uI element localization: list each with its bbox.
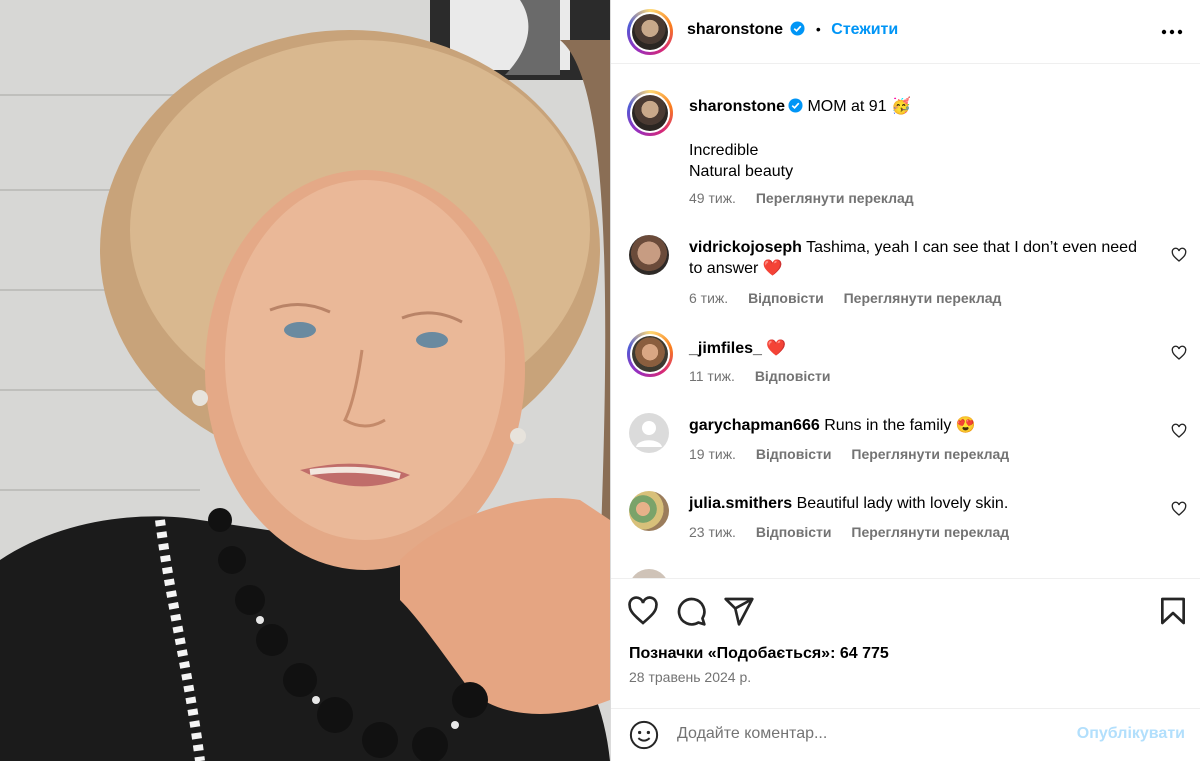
- commenter-avatar[interactable]: [629, 491, 669, 531]
- comment-body: Runs in the family 😍: [824, 417, 976, 434]
- comment-username[interactable]: garychapman666: [689, 417, 820, 434]
- author-username[interactable]: sharonstone: [687, 21, 783, 38]
- verified-badge-icon: [788, 98, 803, 113]
- caption-translate-link[interactable]: Переглянути переклад: [756, 190, 914, 206]
- translate-link[interactable]: Переглянути переклад: [851, 524, 1009, 540]
- commenter-avatar[interactable]: [629, 569, 669, 578]
- translate-link[interactable]: Переглянути переклад: [844, 290, 1002, 306]
- comment-username[interactable]: julia.smithers: [689, 495, 792, 512]
- comment-time[interactable]: 23 тиж.: [689, 524, 736, 540]
- caption-text: sharonstone MOM at 91 🥳: [689, 96, 1149, 117]
- caption-username[interactable]: sharonstone: [689, 98, 785, 115]
- verified-badge-icon: [790, 21, 805, 36]
- post-actions: Позначки «Подобається»: 64 775 28 травен…: [611, 578, 1200, 698]
- like-comment-heart-icon[interactable]: [1171, 345, 1187, 361]
- post-header: sharonstone • Стежити: [611, 0, 1200, 64]
- comment-meta: 11 тиж. Відповісти: [689, 368, 846, 384]
- comment-time[interactable]: 19 тиж.: [689, 446, 736, 462]
- comment-text: vidrickojoseph Tashima, yeah I can see t…: [689, 237, 1149, 279]
- comment-body: ❤️: [766, 340, 787, 357]
- likes-count[interactable]: Позначки «Подобається»: 64 775: [629, 645, 889, 663]
- comment-meta: 23 тиж. Відповісти Переглянути переклад: [689, 524, 1025, 540]
- author-avatar[interactable]: [627, 9, 673, 55]
- header-author: sharonstone • Стежити: [687, 21, 898, 39]
- emoji-icon[interactable]: [629, 720, 659, 750]
- separator-dot: •: [815, 21, 821, 37]
- reply-link[interactable]: Відповісти: [748, 290, 824, 306]
- save-bookmark-icon[interactable]: [1157, 595, 1189, 627]
- like-comment-heart-icon[interactable]: [1171, 423, 1187, 439]
- like-comment-heart-icon[interactable]: [1171, 501, 1187, 517]
- comment-meta: 6 тиж. Відповісти Переглянути переклад: [689, 290, 1017, 306]
- post-photo[interactable]: [0, 0, 610, 761]
- comment-meta: 19 тиж. Відповісти Переглянути переклад: [689, 446, 1025, 462]
- comment-username[interactable]: _jimfiles_: [689, 340, 762, 357]
- post-date: 28 травень 2024 р.: [629, 669, 752, 685]
- comment-text: _jimfiles_ ❤️: [689, 338, 1149, 359]
- commenter-avatar[interactable]: [627, 331, 673, 377]
- caption-line3: Natural beauty: [689, 163, 794, 180]
- reply-link[interactable]: Відповісти: [755, 368, 831, 384]
- caption-avatar[interactable]: [627, 90, 673, 136]
- like-comment-heart-icon[interactable]: [1171, 247, 1187, 263]
- reply-link[interactable]: Відповісти: [756, 524, 832, 540]
- caption-time[interactable]: 49 тиж.: [689, 190, 736, 206]
- post-comment-button[interactable]: Опублікувати: [1077, 725, 1185, 743]
- comment-username[interactable]: vidrickojoseph: [689, 239, 802, 256]
- comment-time[interactable]: 11 тиж.: [689, 368, 735, 384]
- follow-button[interactable]: Стежити: [831, 21, 898, 38]
- like-heart-icon[interactable]: [627, 595, 659, 627]
- share-send-icon[interactable]: [723, 595, 755, 627]
- caption-line1: MOM at 91 🥳: [807, 98, 911, 115]
- post-panel: sharonstone • Стежити sharonstone MOM at…: [610, 0, 1200, 761]
- comments-list[interactable]: sharonstone MOM at 91 🥳 Incredible Natur…: [611, 65, 1200, 578]
- reply-link[interactable]: Відповісти: [756, 446, 832, 462]
- caption-meta: 49 тиж. Переглянути переклад: [689, 190, 930, 206]
- comment-text: garychapman666 Runs in the family 😍: [689, 415, 1149, 436]
- comment-text: julia.smithers Beautiful lady with lovel…: [689, 493, 1149, 514]
- comment-body: Beautiful lady with lovely skin.: [796, 495, 1009, 512]
- comment-bubble-icon[interactable]: [675, 595, 707, 627]
- comment-input[interactable]: Додайте коментар...: [677, 725, 827, 743]
- caption-line2: Incredible: [689, 142, 759, 159]
- comment-time[interactable]: 6 тиж.: [689, 290, 728, 306]
- translate-link[interactable]: Переглянути переклад: [851, 446, 1009, 462]
- default-avatar-icon[interactable]: [629, 413, 669, 453]
- commenter-avatar[interactable]: [629, 235, 669, 275]
- comment-composer: Додайте коментар... Опублікувати: [611, 708, 1200, 761]
- more-horizontal-icon[interactable]: [1161, 24, 1183, 40]
